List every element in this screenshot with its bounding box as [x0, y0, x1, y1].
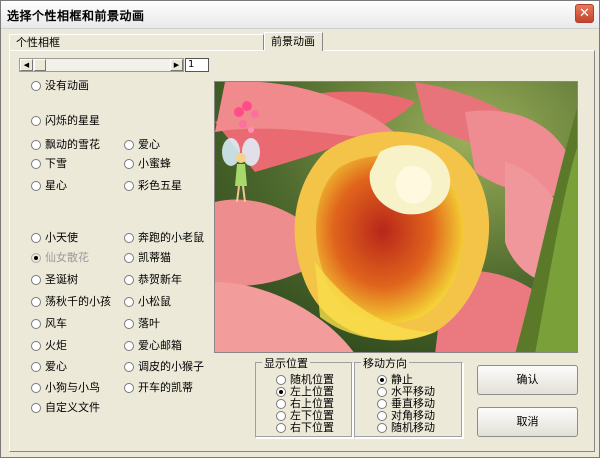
motion-group: 移动方向 静止 水平移动 垂直移动 对角移动 随机移动 — [354, 355, 463, 438]
radio-dot — [124, 140, 134, 150]
radio-dot — [124, 362, 134, 372]
radio-dot — [31, 81, 41, 91]
radio-dot — [377, 423, 387, 433]
scroll-right-button[interactable]: ▶ — [170, 59, 183, 71]
radio-dot — [31, 181, 41, 191]
animation-preview-image — [214, 81, 578, 353]
cancel-button[interactable]: 取消 — [477, 407, 578, 437]
tab-foreground-animation[interactable]: 前景动画 — [264, 32, 323, 51]
radio-dot — [124, 341, 134, 351]
radio-dot — [276, 387, 286, 397]
radio-dot — [276, 375, 286, 385]
radio-dot — [31, 159, 41, 169]
ok-button[interactable]: 确认 — [477, 365, 578, 395]
radio-dot — [377, 399, 387, 409]
radio-dot — [31, 253, 41, 263]
radio-dot — [31, 362, 41, 372]
radio-dot — [124, 383, 134, 393]
radio-dot — [31, 297, 41, 307]
animation-scrollbar[interactable]: ◀ ▶ — [19, 58, 184, 72]
motion-group-label: 移动方向 — [361, 355, 409, 371]
radio-dot — [276, 411, 286, 421]
radio-dot — [124, 319, 134, 329]
radio-dot — [124, 275, 134, 285]
window-title: 选择个性相框和前景动画 — [7, 9, 145, 23]
radio-dot — [124, 253, 134, 263]
radio-dot — [31, 275, 41, 285]
radio-dot — [31, 403, 41, 413]
title-bar[interactable]: 选择个性相框和前景动画 ✕ — [1, 1, 599, 29]
radio-dot — [124, 297, 134, 307]
radio-dot — [276, 423, 286, 433]
radio-dot — [377, 411, 387, 421]
radio-dot — [276, 399, 286, 409]
radio-dot — [124, 159, 134, 169]
radio-dot — [124, 181, 134, 191]
tab-frames[interactable]: 个性相框 — [9, 34, 264, 50]
dialog-window: 选择个性相框和前景动画 ✕ 个性相框 前景动画 ◀ ▶ 1 没有动画 闪烁的星星… — [0, 0, 600, 458]
position-group-label: 显示位置 — [262, 355, 310, 371]
radio-dot — [31, 233, 41, 243]
radio-dot — [31, 383, 41, 393]
flower-photo-icon — [215, 82, 577, 352]
position-group: 显示位置 随机位置 左上位置 右上位置 左下位置 右下位置 — [255, 355, 353, 438]
radio-dot — [377, 387, 387, 397]
scroll-value-field[interactable]: 1 — [185, 58, 209, 72]
radio-dot — [124, 233, 134, 243]
scroll-left-button[interactable]: ◀ — [20, 59, 33, 71]
radio-dot — [31, 116, 41, 126]
radio-dot — [377, 375, 387, 385]
radio-dot — [31, 319, 41, 329]
radio-dot — [31, 341, 41, 351]
radio-dot — [31, 140, 41, 150]
scroll-thumb[interactable] — [34, 59, 46, 71]
close-button[interactable]: ✕ — [575, 4, 594, 23]
